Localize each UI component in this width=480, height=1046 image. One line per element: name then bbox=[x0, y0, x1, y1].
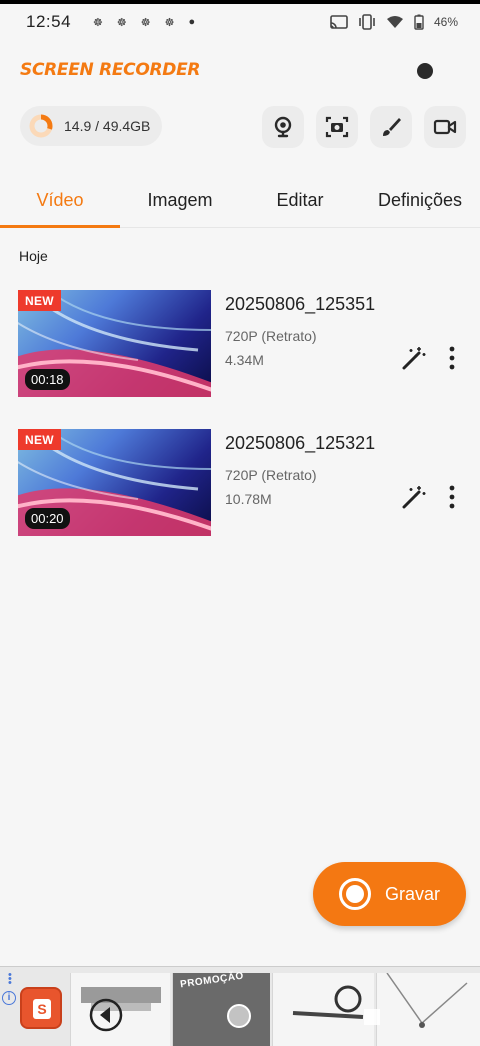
tab-bar: Vídeo Imagem Editar Definições bbox=[0, 176, 480, 228]
video-list-item[interactable]: NEW 00:20 20250806_125321 720P (Retrato)… bbox=[0, 429, 480, 537]
status-time: 12:54 bbox=[26, 12, 72, 31]
status-bar: 12:54 ☸ ☸ ☸ ☸ ● 46% bbox=[0, 4, 480, 40]
cast-icon bbox=[330, 15, 348, 29]
storage-label: 14.9 / 49.4GB bbox=[64, 118, 151, 134]
ad-product-image bbox=[292, 985, 364, 1019]
tab-video[interactable]: Vídeo bbox=[0, 176, 120, 228]
magic-wand-icon[interactable] bbox=[401, 484, 427, 510]
ad-product-image bbox=[386, 972, 468, 1028]
notification-icon: ☸ bbox=[116, 16, 127, 29]
video-camera-icon bbox=[433, 119, 457, 135]
ad-info-icon[interactable]: i bbox=[2, 991, 16, 1005]
webcam-button[interactable] bbox=[262, 106, 304, 148]
video-list-item[interactable]: NEW 00:18 20250806_125351 720P (Retrato)… bbox=[0, 290, 480, 398]
video-name: 20250806_125321 bbox=[225, 433, 376, 453]
shop-app-letter: S bbox=[33, 999, 51, 1019]
video-duration: 00:18 bbox=[25, 369, 70, 390]
new-badge: NEW bbox=[18, 290, 61, 311]
brush-icon bbox=[383, 118, 401, 136]
nav-recents-icon[interactable] bbox=[362, 1007, 382, 1027]
webcam-icon bbox=[274, 116, 292, 138]
video-size: 10.78M bbox=[225, 491, 272, 507]
tool-buttons bbox=[262, 106, 466, 148]
tab-edit[interactable]: Editar bbox=[240, 176, 360, 227]
recording-indicator-dot[interactable] bbox=[417, 63, 433, 79]
screenshot-icon bbox=[325, 116, 349, 138]
wifi-icon bbox=[386, 16, 403, 28]
tab-settings[interactable]: Definições bbox=[360, 176, 480, 227]
record-button[interactable]: Gravar bbox=[313, 862, 466, 926]
ad-options-icon[interactable]: • • • bbox=[8, 970, 12, 989]
notification-icons: ☸ ☸ ☸ ☸ ● bbox=[93, 16, 195, 29]
screenshot-button[interactable] bbox=[316, 106, 358, 148]
storage-ring-icon bbox=[29, 114, 53, 138]
video-size: 4.34M bbox=[225, 352, 264, 368]
app-header: SCREEN RECORDER bbox=[0, 52, 480, 92]
ad-product-tile[interactable] bbox=[376, 972, 480, 1046]
ad-banner[interactable]: PROMOÇÃO • • • i S bbox=[0, 966, 480, 1046]
notification-icon: ☸ bbox=[140, 16, 151, 29]
battery-icon bbox=[414, 14, 424, 30]
shop-app-icon[interactable]: S bbox=[20, 987, 62, 1029]
notification-icon: ☸ bbox=[93, 16, 103, 29]
ad-product-tile[interactable] bbox=[272, 973, 374, 1046]
tab-image[interactable]: Imagem bbox=[120, 176, 240, 227]
new-badge: NEW bbox=[18, 429, 61, 450]
vibrate-icon bbox=[359, 14, 375, 30]
video-resolution: 720P (Retrato) bbox=[225, 328, 317, 344]
section-title: Hoje bbox=[19, 248, 48, 264]
record-icon bbox=[339, 878, 371, 910]
video-thumbnail[interactable]: NEW 00:18 bbox=[18, 290, 211, 397]
battery-level: 46% bbox=[433, 15, 458, 29]
storage-indicator[interactable]: 14.9 / 49.4GB bbox=[20, 106, 162, 146]
video-duration: 00:20 bbox=[25, 508, 70, 529]
more-notifications-dot-icon: ● bbox=[188, 16, 196, 28]
nav-back-icon[interactable] bbox=[88, 997, 124, 1033]
record-button-label: Gravar bbox=[385, 883, 441, 904]
video-name: 20250806_125351 bbox=[225, 294, 376, 314]
more-options-icon[interactable] bbox=[442, 484, 462, 510]
magic-wand-icon[interactable] bbox=[401, 345, 427, 371]
video-thumbnail[interactable]: NEW 00:20 bbox=[18, 429, 211, 536]
record-video-button[interactable] bbox=[424, 106, 466, 148]
more-options-icon[interactable] bbox=[442, 345, 462, 371]
app-logo: SCREEN RECORDER bbox=[20, 60, 201, 80]
notification-icon: ☸ bbox=[164, 16, 175, 29]
brush-button[interactable] bbox=[370, 106, 412, 148]
video-resolution: 720P (Retrato) bbox=[225, 467, 317, 483]
nav-home-icon[interactable] bbox=[224, 1001, 254, 1031]
